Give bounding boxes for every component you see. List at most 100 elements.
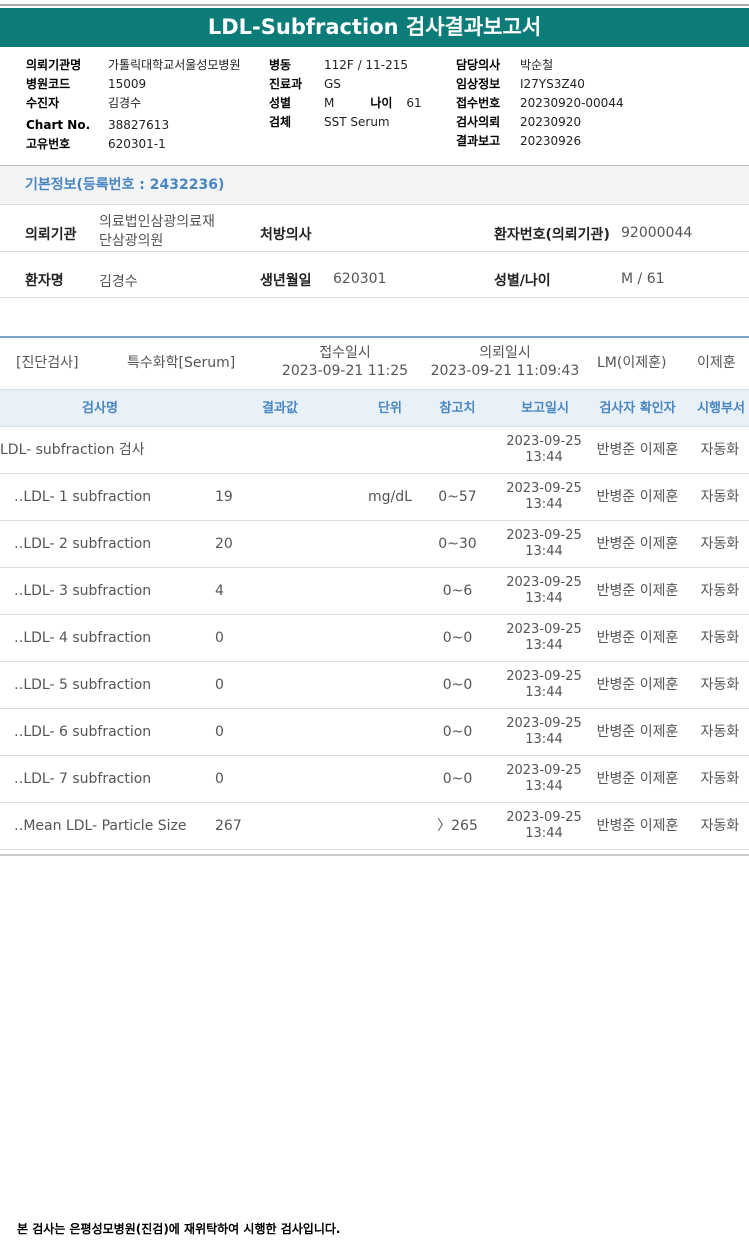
checker: 반병준 이제훈 bbox=[596, 630, 679, 646]
info-value: 김경수 bbox=[108, 96, 142, 110]
top-border bbox=[0, 4, 749, 6]
reference: 0~0 bbox=[442, 724, 473, 740]
reference: 0~0 bbox=[442, 771, 473, 787]
info-label: 임상정보 bbox=[456, 77, 501, 91]
dept: 자동화 bbox=[700, 724, 740, 740]
table-bottom bbox=[0, 854, 749, 856]
report-datetime: 2023-09-25 13:44 bbox=[506, 763, 582, 794]
col-checker: 검사자 확인자 bbox=[599, 401, 676, 416]
info-row: 검체 SST Serum bbox=[269, 112, 422, 131]
unit: mg/dL bbox=[368, 489, 412, 505]
result-value: 19 bbox=[215, 489, 233, 505]
info-row: 임상정보 I27YS3Z40 bbox=[456, 74, 624, 93]
test-name: ‥LDL- 3 subfraction bbox=[14, 583, 152, 599]
table-row: ‥LDL- 5 subfraction 0 0~0 2023-09-25 13:4… bbox=[0, 662, 749, 709]
col-test-name: 검사명 bbox=[82, 401, 118, 416]
info-value: GS bbox=[324, 76, 341, 91]
info-label: 검체 bbox=[269, 115, 292, 129]
inst-value: 의료법인삼광의료재 단삼광의원 bbox=[99, 214, 215, 249]
dept: 자동화 bbox=[700, 536, 740, 552]
pid-label: 환자번호(의뢰기관) bbox=[494, 227, 610, 243]
name-label: 환자명 bbox=[25, 273, 64, 289]
checker: 반병준 이제훈 bbox=[596, 771, 679, 787]
info-row: 병원코드 15009 bbox=[26, 74, 240, 93]
checker: 반병준 이제훈 bbox=[596, 677, 679, 693]
order-type: 특수화학[Serum] bbox=[127, 355, 236, 371]
footer-note: 본 검사는 은평성모병원(진검)에 재위탁하여 시행한 검사입니다. bbox=[17, 1222, 341, 1236]
requested-at: 의뢰일시 2023-09-21 11:09:43 bbox=[430, 345, 580, 379]
report-datetime: 2023-09-25 13:44 bbox=[506, 528, 582, 559]
dob-value: 620301 bbox=[333, 271, 387, 287]
dept: 자동화 bbox=[700, 677, 740, 693]
info-label: 의뢰기관명 bbox=[26, 58, 82, 72]
pid-value: 92000044 bbox=[621, 225, 693, 241]
info-row: 의뢰기관명 가톨릭대학교서울성모병원 bbox=[26, 55, 240, 74]
info-row: 진료과 GS bbox=[269, 74, 422, 93]
col-report-date: 보고일시 bbox=[521, 401, 569, 416]
info-value: 20230920 bbox=[520, 114, 582, 129]
info-value: I27YS3Z40 bbox=[520, 76, 585, 91]
info-value: 620301-1 bbox=[108, 136, 166, 151]
dept: 자동화 bbox=[700, 630, 740, 646]
table-row: ‥LDL- 7 subfraction 0 0~0 2023-09-25 13:4… bbox=[0, 756, 749, 803]
info-label: 고유번호 bbox=[26, 137, 71, 151]
report-datetime: 2023-09-25 13:44 bbox=[506, 622, 582, 653]
info-col-3: 담당의사 박순철 임상정보 I27YS3Z40 접수번호 20230920-00044 검사… bbox=[456, 55, 624, 150]
order-lm: LM(이제훈) bbox=[597, 355, 667, 371]
test-name: ‥LDL- 4 subfraction bbox=[14, 630, 152, 646]
info-row: 담당의사 박순철 bbox=[456, 55, 624, 74]
result-value: 267 bbox=[215, 818, 242, 834]
info-row: 검사의뢰 20230920 bbox=[456, 112, 624, 131]
reference: 0~0 bbox=[442, 630, 473, 646]
info-col-2: 병동 112F / 11-215 진료과 GS 성별 M 나이 61 검체 SST Serum bbox=[269, 55, 422, 131]
sex-value: M / 61 bbox=[621, 271, 665, 287]
checker: 반병준 이제훈 bbox=[596, 583, 679, 599]
info-label: 나이 bbox=[370, 96, 393, 110]
test-name: ‥LDL- 7 subfraction bbox=[14, 771, 152, 787]
info-label: 검사의뢰 bbox=[456, 115, 501, 129]
order-category: [진단검사] bbox=[16, 355, 79, 371]
info-row: 병동 112F / 11-215 bbox=[269, 55, 422, 74]
info-value: 20230920-00044 bbox=[520, 95, 624, 110]
checker: 반병준 이제훈 bbox=[596, 536, 679, 552]
report-datetime: 2023-09-25 13:44 bbox=[506, 481, 582, 512]
reference: 0~57 bbox=[438, 489, 477, 505]
info-label: 병원코드 bbox=[26, 77, 71, 91]
order-row: [진단검사] 특수화학[Serum] 접수일시 2023-09-21 11:25 … bbox=[0, 340, 749, 389]
info-value: 15009 bbox=[108, 76, 147, 91]
info-label: Chart No. bbox=[26, 117, 91, 132]
test-name: ‥LDL- 5 subfraction bbox=[14, 677, 152, 693]
result-value: 20 bbox=[215, 536, 233, 552]
received-at: 접수일시 2023-09-21 11:25 bbox=[281, 345, 409, 379]
dob-label: 생년월일 bbox=[260, 273, 312, 289]
basic-info-header: 기본정보(등록번호 : 2432236) bbox=[0, 166, 749, 205]
result-value: 4 bbox=[215, 583, 224, 599]
reference: 〉265 bbox=[437, 818, 478, 834]
reference: 0~6 bbox=[442, 583, 473, 599]
reference: 0~0 bbox=[442, 677, 473, 693]
report-datetime: 2023-09-25 13:44 bbox=[506, 716, 582, 747]
info-value: 61 bbox=[406, 95, 422, 110]
dept: 자동화 bbox=[700, 583, 740, 599]
test-name: ‥LDL- 1 subfraction bbox=[14, 489, 152, 505]
info-label: 수진자 bbox=[26, 96, 60, 110]
divider bbox=[0, 251, 749, 252]
result-value: 0 bbox=[215, 771, 224, 787]
table-row: ‥LDL- 3 subfraction 4 0~6 2023-09-25 13:4… bbox=[0, 568, 749, 615]
info-value: 박순철 bbox=[520, 58, 554, 72]
info-label: 담당의사 bbox=[456, 58, 501, 72]
checker: 반병준 이제훈 bbox=[596, 724, 679, 740]
table-row: ‥Mean LDL- Particle Size 267 〉265 2023-0… bbox=[0, 803, 749, 850]
order-person: 이제훈 bbox=[697, 355, 736, 371]
info-col-1: 의뢰기관명 가톨릭대학교서울성모병원병원코드 15009 수진자 김경수 Chart No… bbox=[26, 55, 240, 153]
result-value: 0 bbox=[215, 724, 224, 740]
info-label: 성별 bbox=[269, 96, 292, 110]
dept: 자동화 bbox=[700, 442, 740, 458]
report-datetime: 2023-09-25 13:44 bbox=[506, 810, 582, 841]
info-row: 성별 M 나이 61 bbox=[269, 93, 422, 112]
table-row: ‥LDL- 1 subfraction 19 mg/dL 0~57 2023-0… bbox=[0, 474, 749, 521]
test-name: ‥LDL- 2 subfraction bbox=[14, 536, 152, 552]
test-name: ‥LDL- 6 subfraction bbox=[14, 724, 152, 740]
report-title: LDL-Subfraction 검사결과보고서 bbox=[0, 8, 749, 47]
col-ref: 참고치 bbox=[439, 401, 476, 416]
